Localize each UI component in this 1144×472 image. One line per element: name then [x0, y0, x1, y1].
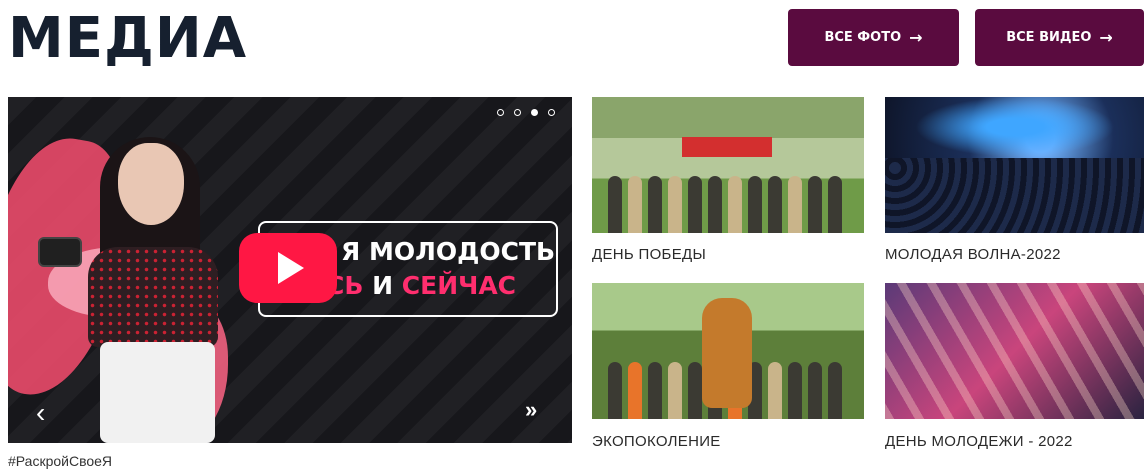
- all-photos-button[interactable]: ВСЕ ФОТО →: [788, 9, 959, 66]
- gallery-item-youth-day[interactable]: [885, 283, 1144, 419]
- gallery-item-victory-day[interactable]: [592, 97, 864, 233]
- hero-text-part2: СЕЙЧАС: [401, 271, 517, 300]
- gallery-caption[interactable]: МОЛОДАЯ ВОЛНА-2022: [885, 246, 1061, 263]
- gallery-caption[interactable]: ЭКОПОКОЛЕНИЕ: [592, 433, 721, 450]
- stage-lights: [915, 97, 1115, 157]
- person-head: [118, 143, 184, 225]
- carousel-dot-active[interactable]: [531, 109, 538, 116]
- hero-person-image: [38, 137, 238, 443]
- carousel-dot[interactable]: [497, 109, 504, 116]
- carousel-dot[interactable]: [548, 109, 555, 116]
- mascot-image: [702, 298, 752, 408]
- gallery-item-young-wave[interactable]: [885, 97, 1144, 233]
- play-icon: [278, 252, 304, 284]
- gallery-item-eco-generation[interactable]: [592, 283, 864, 419]
- all-photos-label: ВСЕ ФОТО: [824, 30, 902, 45]
- carousel-dots: [497, 109, 555, 116]
- hero-text-and: И: [372, 271, 394, 300]
- gallery-caption[interactable]: ДЕНЬ МОЛОДЕЖИ - 2022: [885, 433, 1073, 450]
- featured-video[interactable]: Я МОЛОДОСТЬ СЬ И СЕЙЧАС ‹ »: [8, 97, 572, 443]
- all-videos-label: ВСЕ ВИДЕО: [1006, 30, 1092, 45]
- gallery-caption[interactable]: ДЕНЬ ПОБЕДЫ: [592, 246, 706, 263]
- chevron-left-icon[interactable]: ‹: [36, 397, 45, 429]
- person-pants: [100, 342, 215, 443]
- carousel-dot[interactable]: [514, 109, 521, 116]
- page-title: МЕДИА: [8, 6, 248, 71]
- brand-logo-icon: »: [525, 397, 538, 422]
- concert-crowd-image: [885, 283, 1144, 419]
- camera-icon: [38, 237, 82, 267]
- person-torso: [88, 247, 218, 347]
- arrow-right-icon: →: [909, 28, 923, 47]
- all-videos-button[interactable]: ВСЕ ВИДЕО →: [975, 9, 1144, 66]
- hero-text-line2: СЬ И СЕЙЧАС: [326, 271, 516, 300]
- crowd-image: [885, 158, 1144, 233]
- group-photo: [592, 151, 864, 233]
- hero-text-line1: Я МОЛОДОСТЬ: [341, 237, 556, 266]
- arrow-right-icon: →: [1099, 28, 1113, 47]
- hero-caption: #РаскройСвоеЯ: [8, 453, 113, 469]
- play-button[interactable]: [239, 233, 337, 303]
